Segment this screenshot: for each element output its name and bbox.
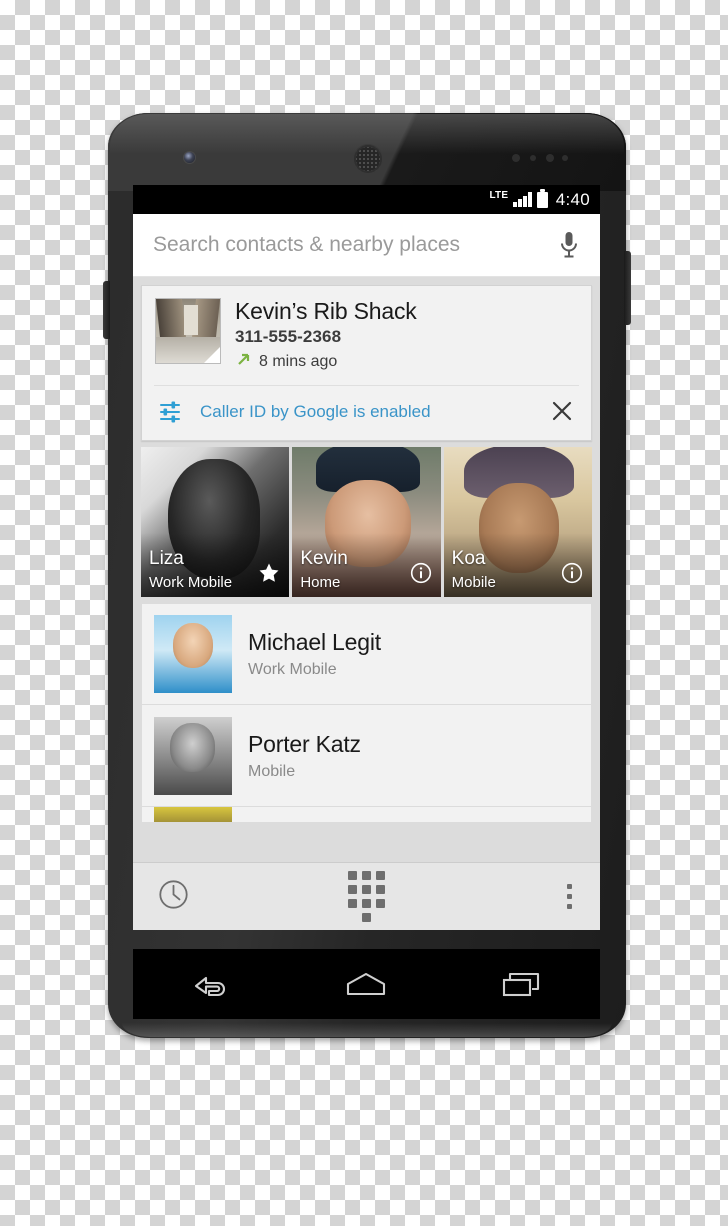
tile-contact-name: Kevin [300, 548, 348, 570]
home-icon[interactable] [326, 959, 406, 1009]
recent-apps-icon[interactable] [482, 959, 562, 1009]
avatar [154, 807, 232, 823]
favorite-tile[interactable]: Liza Work Mobile [141, 447, 290, 598]
android-navigation-bar [133, 949, 600, 1019]
tile-contact-name: Koa [451, 548, 486, 570]
signal-bars-icon [513, 192, 532, 207]
favorite-tile[interactable]: Kevin Home [292, 447, 441, 598]
caller-name: Kevin’s Rib Shack [235, 298, 417, 324]
tab-dialpad[interactable] [292, 863, 441, 930]
tile-contact-label: Work Mobile [149, 574, 233, 592]
tile-contact-label: Home [300, 574, 341, 592]
earpiece-speaker-icon [354, 145, 382, 173]
status-bar-clock: 4:40 [555, 189, 590, 209]
battery-full-icon [536, 188, 548, 208]
front-camera-icon [184, 152, 195, 163]
back-arrow-icon[interactable] [171, 959, 251, 1009]
favorites-tile-row: Liza Work Mobile Kevin Home Koa Mobile [141, 447, 592, 598]
sliders-settings-icon [158, 399, 184, 425]
star-icon[interactable] [258, 562, 280, 589]
microphone-icon[interactable] [556, 230, 582, 260]
contact-list: Michael Legit Work Mobile Porter Katz Mo… [141, 603, 592, 824]
favorite-tile[interactable]: Koa Mobile [443, 447, 592, 598]
network-type-label: LTE [489, 190, 509, 201]
place-photo-thumbnail [155, 298, 221, 364]
phone-device: LTE 4:40 Search contacts & nearby places… [103, 113, 631, 1038]
info-icon[interactable] [561, 562, 583, 589]
tile-contact-name: Liza [149, 548, 184, 570]
avatar [154, 716, 232, 795]
avatar [154, 615, 232, 694]
phone-screen: LTE 4:40 Search contacts & nearby places… [133, 185, 600, 930]
caller-id-text: Caller ID by Google is enabled [200, 402, 431, 422]
caller-number: 311-555-2368 [235, 327, 342, 347]
contact-name: Porter Katz [248, 730, 361, 757]
tab-recents[interactable] [133, 863, 292, 930]
search-input[interactable] [153, 233, 556, 257]
dialpad-icon [348, 871, 385, 922]
info-icon[interactable] [410, 562, 432, 589]
call-log-card[interactable]: Kevin’s Rib Shack 311-555-2368 8 mins ag… [141, 285, 592, 442]
power-button[interactable] [624, 251, 631, 325]
contact-label: Mobile [248, 762, 296, 780]
proximity-sensors [512, 154, 570, 162]
list-item[interactable] [141, 807, 592, 824]
close-x-icon[interactable] [549, 398, 577, 426]
kebab-menu-icon [567, 884, 572, 909]
status-bar: LTE 4:40 [133, 185, 600, 214]
content-scroll-area[interactable]: Kevin’s Rib Shack 311-555-2368 8 mins ag… [133, 277, 600, 862]
bottom-tab-bar [133, 862, 600, 930]
volume-button[interactable] [103, 281, 110, 339]
contact-name: Michael Legit [248, 629, 381, 656]
tile-contact-label: Mobile [451, 574, 496, 592]
list-item[interactable]: Porter Katz Mobile [141, 705, 592, 808]
call-time-ago: 8 mins ago [259, 353, 338, 371]
list-item[interactable]: Michael Legit Work Mobile [141, 603, 592, 706]
outgoing-call-arrow-icon [235, 351, 252, 373]
contact-label: Work Mobile [248, 661, 337, 679]
clock-history-icon [158, 879, 189, 915]
search-bar[interactable] [133, 214, 600, 277]
call-log-entry[interactable]: Kevin’s Rib Shack 311-555-2368 8 mins ag… [142, 286, 591, 385]
caller-id-notice[interactable]: Caller ID by Google is enabled [142, 386, 591, 440]
tab-overflow-menu[interactable] [441, 863, 600, 930]
